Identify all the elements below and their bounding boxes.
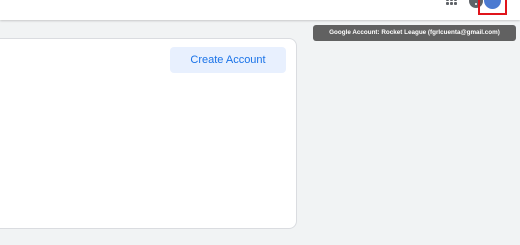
account-avatar-highlight [478, 0, 507, 15]
apps-grid-icon[interactable] [446, 0, 458, 8]
account-tooltip: Google Account: Rocket League (fgrlcuent… [313, 25, 516, 41]
account-avatar-icon[interactable] [484, 0, 501, 9]
content-card: Create Account [0, 38, 297, 229]
top-bar [0, 0, 520, 20]
create-account-button[interactable]: Create Account [170, 47, 286, 73]
